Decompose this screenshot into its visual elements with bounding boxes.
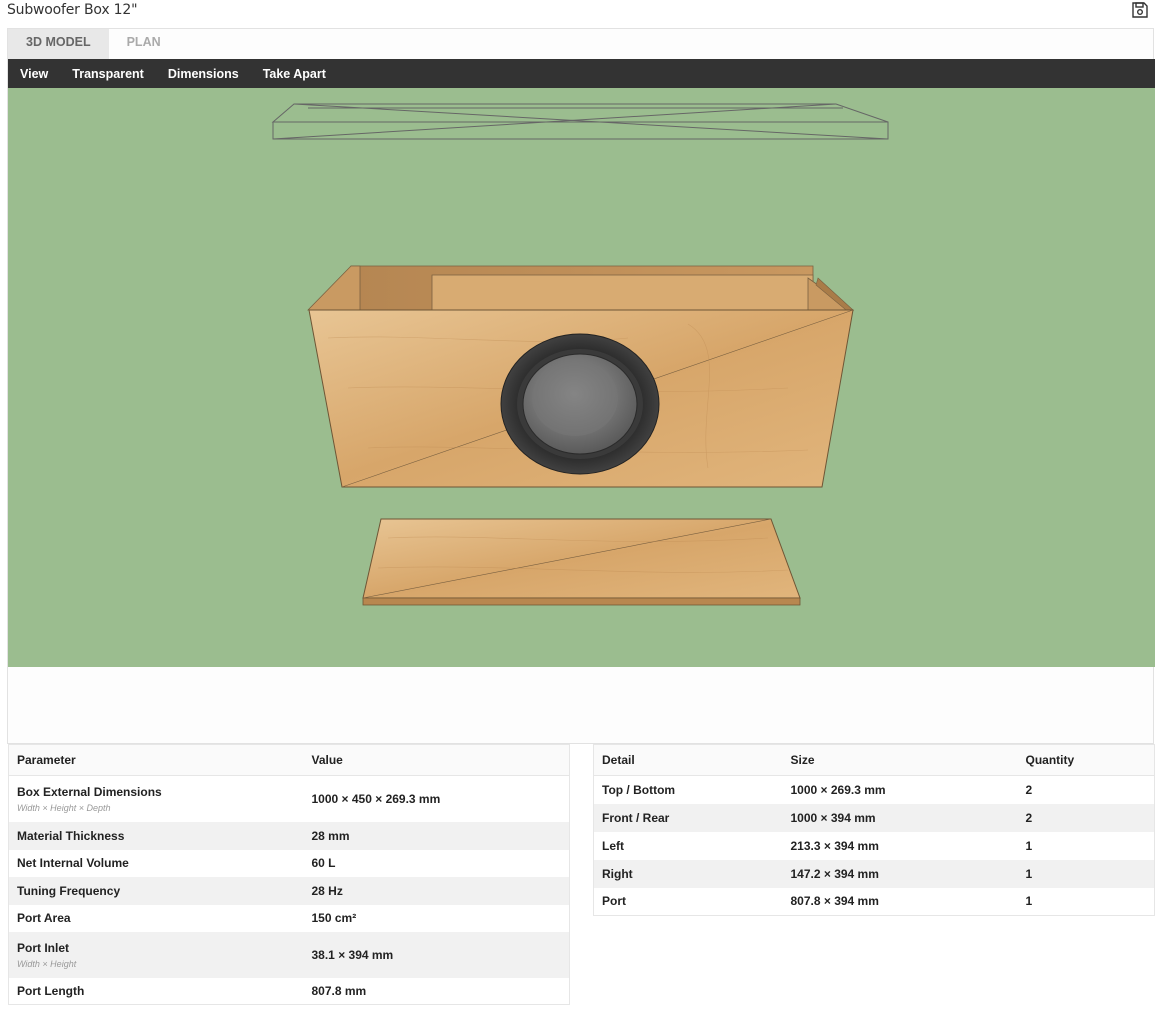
menu-take-apart[interactable]: Take Apart [263,67,326,81]
param-value: 807.8 mm [311,983,367,998]
model-panel: 3D MODEL PLAN View Transparent Dimension… [7,28,1155,744]
table-row: Net Internal Volume 60 L [9,850,570,877]
table-row: Left 213.3 × 394 mm 1 [594,832,1155,860]
param-label: Port Length [17,983,85,998]
param-value: 60 L [311,856,336,870]
column-header-quantity: Quantity [1017,744,1155,776]
details-table: Detail Size Quantity Top / Bottom 1000 ×… [593,744,1155,916]
detail-name: Front / Rear [593,803,783,832]
param-label: Port Area [17,911,71,925]
bottom-panel [362,518,801,606]
param-label: Material Thickness [8,821,304,850]
detail-size: 147.2 × 394 mm [782,859,1018,888]
param-value: 150 cm² [311,911,357,925]
view-tabs: 3D MODEL PLAN [8,29,179,59]
tab-plan[interactable]: PLAN [109,29,179,59]
menu-view[interactable]: View [20,67,48,81]
table-row: Right 147.2 × 394 mm 1 [593,859,1155,888]
param-label: Tuning Frequency [8,876,304,905]
detail-name: Left [602,838,624,853]
detail-name: Port [602,894,626,909]
table-row: Port Length 807.8 mm [9,978,570,1005]
table-row: Port 807.8 × 394 mm 1 [594,888,1155,916]
tab-3d-model[interactable]: 3D MODEL [8,29,109,59]
param-label: Box External Dimensions [17,784,162,799]
param-label: Net Internal Volume [17,856,129,870]
save-icon[interactable] [1130,0,1150,20]
menu-dimensions[interactable]: Dimensions [168,67,239,81]
table-row: Tuning Frequency 28 Hz [8,876,570,905]
detail-quantity: 1 [1025,894,1033,909]
table-row: Material Thickness 28 mm [8,821,570,850]
detail-quantity: 1 [1025,838,1033,853]
column-header-parameter: Parameter [8,744,304,776]
3d-viewport[interactable] [8,88,1155,667]
column-header-value: Value [303,744,570,776]
table-row: Top / Bottom 1000 × 269.3 mm 2 [594,776,1155,804]
toolbar: View Transparent Dimensions Take Apart [8,59,1155,88]
table-row: Port Inlet Width × Height 38.1 × 394 mm [8,931,570,978]
param-value: 28 Hz [303,876,570,905]
lid-wireframe [271,103,889,140]
param-value: 28 mm [303,821,570,850]
detail-size: 1000 × 394 mm [782,803,1018,832]
3d-model-render [271,103,889,606]
detail-quantity: 2 [1025,782,1033,797]
table-row: Port Area 150 cm² [9,905,570,932]
parameters-table: Parameter Value Box External Dimensions … [8,744,570,1005]
detail-quantity: 2 [1017,803,1155,832]
table-row: Front / Rear 1000 × 394 mm 2 [593,803,1155,832]
detail-name: Top / Bottom [602,782,676,797]
param-sub-label: Width × Height [17,958,77,969]
column-header-detail: Detail [593,744,783,776]
detail-size: 1000 × 269.3 mm [790,782,886,797]
detail-name: Right [593,859,783,888]
detail-size: 213.3 × 394 mm [790,838,879,853]
table-row: Box External Dimensions Width × Height ×… [9,776,570,822]
page-title: Subwoofer Box 12" [7,2,138,18]
detail-size: 807.8 × 394 mm [790,894,879,909]
param-label: Port Inlet [17,940,70,955]
param-value: 1000 × 450 × 269.3 mm [311,791,441,806]
box-body [307,265,855,488]
param-value: 38.1 × 394 mm [303,931,570,978]
subwoofer-speaker [500,333,660,475]
param-sub-label: Width × Height × Depth [17,802,111,813]
column-header-size: Size [782,744,1018,776]
detail-quantity: 1 [1017,859,1155,888]
menu-transparent[interactable]: Transparent [72,67,144,81]
